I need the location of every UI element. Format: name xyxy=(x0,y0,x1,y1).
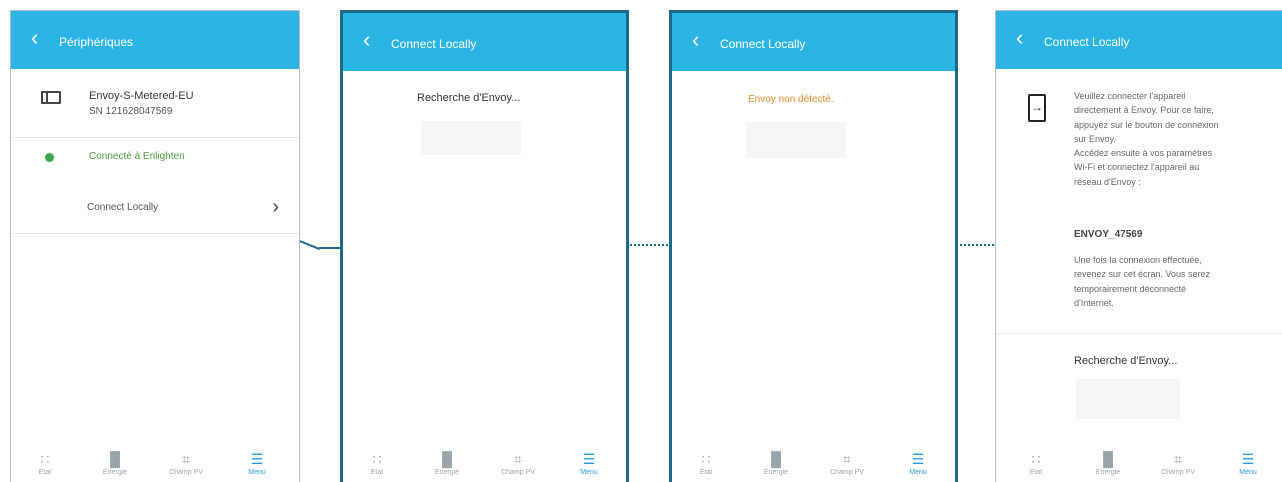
app-header: ‹ Connect Locally xyxy=(672,13,955,71)
solar-panel-icon: ⌗ xyxy=(514,451,522,467)
menu-icon: ☰ xyxy=(582,451,596,467)
tab-champ-pv[interactable]: ⌗ Champ PV xyxy=(166,451,206,476)
back-chevron-icon[interactable]: ‹ xyxy=(363,29,370,51)
header-title: Connect Locally xyxy=(1044,35,1130,49)
tab-champ-pv[interactable]: ⌗ Champ PV xyxy=(1158,451,1198,476)
tab-energie[interactable]: ▐▌ Energie xyxy=(1088,451,1128,476)
tab-champ-pv[interactable]: ⌗ Champ PV xyxy=(827,451,867,476)
bar-chart-icon: ▐▌ xyxy=(1098,451,1118,467)
tab-etat[interactable]: ∷ Etat xyxy=(1016,451,1056,476)
back-chevron-icon[interactable]: ‹ xyxy=(692,29,699,51)
tab-menu[interactable]: ☰ Menu xyxy=(1228,451,1268,476)
grid-icon: ∷ xyxy=(40,451,50,467)
header-title: Périphériques xyxy=(59,35,134,49)
app-header: ‹ Connect Locally xyxy=(343,13,626,71)
solar-panel-icon: ⌗ xyxy=(182,451,190,467)
tab-menu[interactable]: ☰ Menu xyxy=(569,451,609,476)
header-title: Connect Locally xyxy=(391,37,477,51)
not-found-text: Envoy non détecté. xyxy=(748,94,834,105)
divider xyxy=(996,333,1282,334)
tab-energie[interactable]: ▐▌ Energie xyxy=(427,451,467,476)
screen-connect-locally-not-found: ‹ Connect Locally Envoy non détecté. ∷ Et… xyxy=(669,10,958,482)
phone-connect-icon: → xyxy=(1028,94,1046,122)
divider xyxy=(11,233,299,234)
back-chevron-icon[interactable]: ‹ xyxy=(31,27,38,49)
after-connect-block: Une fois la connexion effectuée, revenez… xyxy=(1074,255,1211,308)
grid-icon: ∷ xyxy=(372,451,382,467)
app-header: ‹ Connect Locally xyxy=(996,11,1282,69)
tab-menu[interactable]: ☰ Menu xyxy=(898,451,938,476)
bar-chart-icon: ▐▌ xyxy=(766,451,786,467)
divider xyxy=(11,137,299,138)
device-name: Envoy-S-Metered-EU xyxy=(89,90,194,102)
connect-locally-row[interactable]: Connect Locally › xyxy=(11,193,299,223)
screen-connect-locally-instructions: ‹ Connect Locally → Veuillez connecter l… xyxy=(995,10,1282,482)
searching-text: Recherche d'Envoy... xyxy=(417,92,521,104)
status-dot-icon xyxy=(45,153,54,162)
bar-chart-icon: ▐▌ xyxy=(437,451,457,467)
solar-panel-icon: ⌗ xyxy=(1174,451,1182,467)
disabled-button xyxy=(421,121,521,155)
device-row[interactable]: Envoy-S-Metered-EU SN 121628047569 xyxy=(11,83,299,133)
tab-menu[interactable]: ☰ Menu xyxy=(237,451,277,476)
bar-chart-icon: ▐▌ xyxy=(105,451,125,467)
dotted-connector-1 xyxy=(630,244,668,246)
device-serial: SN 121628047569 xyxy=(89,106,173,117)
network-name: ENVOY_47569 xyxy=(1074,229,1143,240)
menu-icon: ☰ xyxy=(1241,451,1255,467)
tab-etat[interactable]: ∷ Etat xyxy=(357,451,397,476)
searching-text: Recherche d'Envoy... xyxy=(1074,355,1178,367)
chevron-right-icon: › xyxy=(272,196,279,218)
header-title: Connect Locally xyxy=(720,37,806,51)
dotted-connector-2 xyxy=(960,244,994,246)
tab-energie[interactable]: ▐▌ Energie xyxy=(95,451,135,476)
menu-icon: ☰ xyxy=(250,451,264,467)
menu-icon: ☰ xyxy=(911,451,925,467)
status-text: Connecté à Enlighten xyxy=(89,151,185,162)
status-row: Connecté à Enlighten xyxy=(11,149,299,169)
tab-etat[interactable]: ∷ Etat xyxy=(25,451,65,476)
connect-locally-label: Connect Locally xyxy=(87,202,159,213)
instructions-block: Veuillez connecter l'appareil directemen… xyxy=(1074,91,1219,187)
tab-energie[interactable]: ▐▌ Energie xyxy=(756,451,796,476)
disabled-button xyxy=(746,122,846,158)
screen-connect-locally-searching: ‹ Connect Locally Recherche d'Envoy... ∷… xyxy=(340,10,629,482)
grid-icon: ∷ xyxy=(1031,451,1041,467)
back-chevron-icon[interactable]: ‹ xyxy=(1016,27,1023,49)
grid-icon: ∷ xyxy=(701,451,711,467)
tab-etat[interactable]: ∷ Etat xyxy=(686,451,726,476)
disabled-button xyxy=(1076,379,1180,419)
app-header: ‹ Périphériques xyxy=(11,11,299,69)
device-icon xyxy=(41,91,61,104)
screen-peripheriques: ‹ Périphériques Envoy-S-Metered-EU SN 12… xyxy=(10,10,300,482)
tab-champ-pv[interactable]: ⌗ Champ PV xyxy=(498,451,538,476)
solar-panel-icon: ⌗ xyxy=(843,451,851,467)
